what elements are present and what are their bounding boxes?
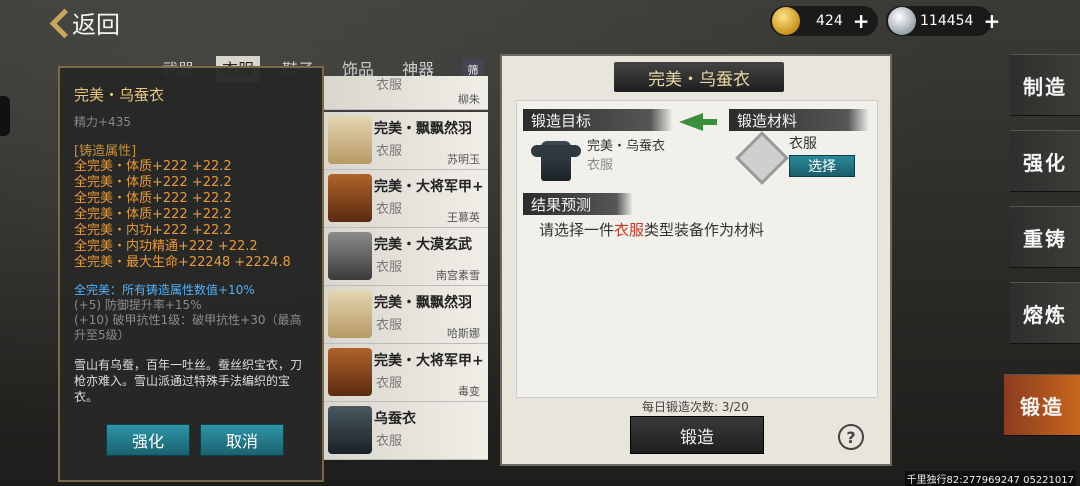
list-item-owner: 柳朱 (458, 93, 480, 106)
material-slot[interactable] (735, 131, 789, 185)
result-text: 请选择一件衣服类型装备作为材料 (539, 219, 764, 240)
armor-icon (328, 174, 372, 222)
tooltip-attribute: 全完美・内功精通+222 +22.2 (74, 239, 258, 254)
robe-icon (328, 116, 372, 164)
menu-craft[interactable]: 制造 (1010, 54, 1080, 116)
gold-amount: 424 (816, 13, 843, 29)
silver-ingot-icon (888, 7, 916, 35)
select-button[interactable]: 选择 (789, 155, 855, 177)
tooltip-title: 完美・乌蚕衣 (74, 86, 165, 104)
tooltip-attribute: 全完美・内功+222 +22.2 (74, 223, 232, 238)
enhance-button[interactable]: 强化 (106, 424, 190, 456)
list-item-type: 衣服 (376, 260, 403, 275)
side-menu: 制造 强化 重铸 熔炼 锻造 (1004, 44, 1080, 486)
forge-panel: 完美・乌蚕衣 锻造目标 锻造材料 完美・乌蚕衣 衣服 衣服 选择 结果预测 请选… (500, 54, 892, 466)
list-item-name: 完美・大将军甲+ (374, 179, 484, 195)
list-item-owner: 王慕英 (447, 211, 480, 224)
back-label: 返回 (72, 10, 120, 39)
armor-icon (328, 348, 372, 396)
tooltip-upgrade: (+5) 防御提升率+15% (74, 298, 202, 312)
item-tooltip: 完美・乌蚕衣 精力+435 [铸造属性] 全完美・体质+222 +22.2 全完… (58, 66, 324, 482)
list-item-owner: 毒变 (458, 385, 480, 398)
gold-ingot-icon (772, 7, 800, 35)
equipment-list: 衣服 柳朱 完美・飘飘然羽 衣服 苏明玉 完美・大将军甲+ 衣服 王慕英 完美・… (324, 76, 488, 460)
result-prefix: 请选择一件 (539, 221, 615, 239)
silver-amount: 114454 (920, 13, 974, 29)
list-item[interactable]: 完美・大将军甲+ 衣服 毒变 (324, 344, 488, 402)
list-item-type: 衣服 (376, 78, 403, 93)
list-item-name: 完美・飘飘然羽 (374, 121, 472, 137)
top-bar: 返回 424 + 114454 + (0, 0, 1080, 44)
list-item-name: 乌蚕衣 (374, 411, 416, 427)
list-item-type: 衣服 (376, 318, 403, 333)
tooltip-attribute: 全完美・体质+222 +22.2 (74, 159, 232, 174)
tooltip-upgrade: (+10) 破甲抗性1级：破甲抗性+30（最高升至5级） (74, 313, 302, 342)
tooltip-section-header: [铸造属性] (74, 144, 137, 159)
help-button[interactable]: ? (838, 424, 864, 450)
list-item-owner: 哈斯娜 (447, 327, 480, 340)
material-name: 衣服 (789, 136, 817, 152)
gold-counter: 424 + (770, 6, 878, 36)
cancel-button[interactable]: 取消 (200, 424, 284, 456)
watermark: 千里独行82:277969247 05221017 (904, 471, 1076, 486)
result-suffix: 类型装备作为材料 (644, 221, 765, 239)
target-label: 锻造目标 (523, 109, 673, 131)
list-item-name: 完美・飘飘然羽 (374, 295, 472, 311)
list-item-type: 衣服 (376, 434, 403, 449)
screen-notch (0, 96, 10, 136)
menu-forge[interactable]: 锻造 (1004, 374, 1080, 436)
panel-title: 完美・乌蚕衣 (614, 62, 784, 92)
tooltip-attribute: 全完美・最大生命+22248 +2224.8 (74, 255, 291, 270)
list-item[interactable]: 完美・大将军甲+ 衣服 王慕英 (324, 170, 488, 228)
result-label: 结果预测 (523, 193, 633, 215)
result-highlight: 衣服 (614, 221, 645, 239)
armor-icon (328, 406, 372, 454)
list-item-name: 完美・大漠玄武 (374, 237, 472, 253)
list-item[interactable]: 完美・大漠玄武 衣服 南宫素雪 (324, 228, 488, 286)
tooltip-subtitle: 精力+435 (74, 115, 131, 129)
daily-count: 每日锻造次数: 3/20 (642, 400, 749, 414)
list-item-type: 衣服 (376, 202, 403, 217)
arrow-left-icon (679, 113, 717, 131)
forge-button[interactable]: 锻造 (630, 416, 764, 454)
add-silver-button[interactable]: + (983, 9, 1000, 33)
tooltip-attribute: 全完美・体质+222 +22.2 (74, 175, 232, 190)
list-item[interactable]: 乌蚕衣 衣服 (324, 402, 488, 460)
list-item-owner: 苏明玉 (447, 153, 480, 166)
back-arrow-icon (48, 8, 66, 36)
robe-icon (328, 290, 372, 338)
target-item-name: 完美・乌蚕衣 (587, 139, 666, 154)
target-item-type: 衣服 (587, 158, 614, 173)
list-item[interactable]: 衣服 柳朱 (324, 76, 488, 110)
list-item[interactable]: 完美・飘飘然羽 衣服 苏明玉 (324, 112, 488, 170)
forge-area: 锻造目标 锻造材料 完美・乌蚕衣 衣服 衣服 选择 结果预测 请选择一件衣服类型… (516, 100, 878, 398)
tooltip-attribute: 全完美・体质+222 +22.2 (74, 207, 232, 222)
tooltip-attribute: 全完美・体质+222 +22.2 (74, 191, 232, 206)
back-button[interactable]: 返回 (48, 6, 120, 39)
tooltip-bonus: 全完美：所有铸造属性数值+10% (74, 283, 255, 297)
silver-counter: 114454 + (886, 6, 1000, 36)
list-item-name: 完美・大将军甲+ (374, 353, 484, 369)
target-item[interactable]: 完美・乌蚕衣 衣服 (531, 135, 665, 185)
material-label: 锻造材料 (729, 109, 869, 131)
list-item-type: 衣服 (376, 144, 403, 159)
tooltip-description: 雪山有乌蚕，百年一吐丝。蚕丝织宝衣，刀枪亦难入。雪山派通过特殊手法编织的宝衣。 (74, 358, 303, 404)
list-item[interactable]: 完美・飘飘然羽 衣服 哈斯娜 (324, 286, 488, 344)
list-item-owner: 南宫素雪 (436, 269, 480, 282)
menu-smelt[interactable]: 熔炼 (1010, 282, 1080, 344)
list-item-type: 衣服 (376, 376, 403, 391)
menu-reforge[interactable]: 重铸 (1010, 206, 1080, 268)
add-gold-button[interactable]: + (853, 9, 870, 33)
armor-icon (328, 232, 372, 280)
armor-icon (531, 135, 581, 185)
menu-enhance[interactable]: 强化 (1010, 130, 1080, 192)
